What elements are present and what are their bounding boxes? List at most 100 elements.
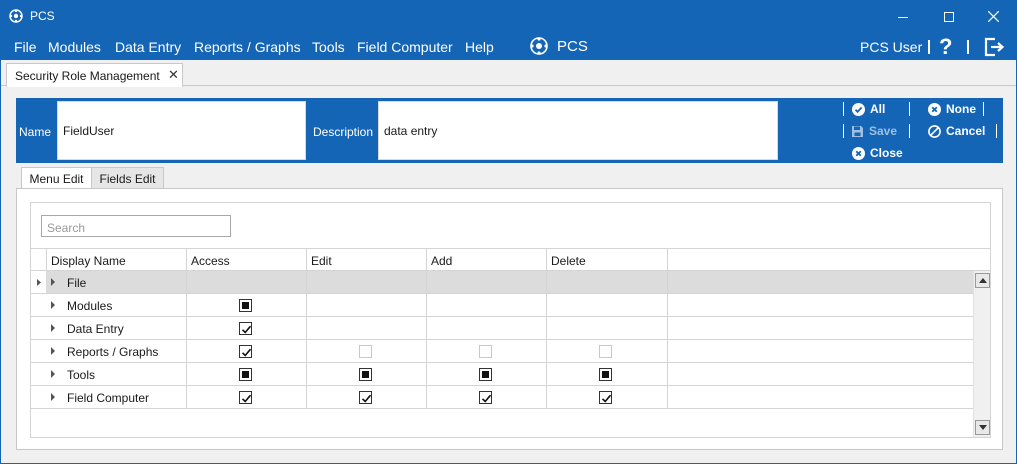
- add-checkbox[interactable]: [479, 368, 492, 381]
- description-field[interactable]: data entry: [378, 101, 778, 160]
- expand-row-icon[interactable]: [51, 278, 55, 286]
- cell-background: [427, 317, 547, 339]
- delete-checkbox[interactable]: [599, 391, 612, 404]
- access-checkbox[interactable]: [239, 368, 252, 381]
- menu-tools[interactable]: Tools: [312, 39, 345, 55]
- column-header-display-name[interactable]: Display Name: [46, 249, 201, 271]
- current-user[interactable]: PCS User: [860, 39, 922, 55]
- menu-field-computer[interactable]: Field Computer: [357, 39, 453, 55]
- grid-header: Display Name Access Edit Add Delete: [31, 248, 990, 271]
- cell-delete: [546, 271, 667, 293]
- select-none-button[interactable]: None: [928, 102, 976, 116]
- cell-background: [307, 271, 427, 293]
- select-all-button[interactable]: All: [852, 102, 885, 116]
- access-checkbox[interactable]: [239, 299, 252, 312]
- current-row-indicator-icon: [31, 271, 47, 294]
- checkmark-icon: [241, 325, 252, 334]
- delete-checkbox[interactable]: [599, 368, 612, 381]
- save-icon: [852, 125, 863, 137]
- cell-add: [426, 294, 546, 316]
- scroll-down-button[interactable]: [975, 420, 990, 435]
- save-button[interactable]: Save: [851, 124, 897, 138]
- access-checkbox[interactable]: [239, 345, 252, 358]
- button-divider: [909, 124, 910, 138]
- checkmark-icon: [481, 394, 492, 403]
- description-label: Description: [313, 125, 374, 139]
- table-row[interactable]: Modules: [31, 294, 973, 317]
- minimize-button[interactable]: [880, 1, 926, 32]
- cell-background: [547, 271, 667, 293]
- filler-cell: [667, 386, 973, 408]
- search-input[interactable]: Search: [41, 215, 231, 237]
- column-header-delete[interactable]: Delete: [546, 249, 666, 271]
- role-header-panel: Name FieldUser Description data entry Al…: [16, 98, 1003, 163]
- checkmark-icon: [361, 394, 372, 403]
- button-divider: [996, 124, 997, 138]
- close-icon: [987, 11, 999, 22]
- access-checkbox[interactable]: [239, 322, 252, 335]
- row-display-name: Modules: [67, 299, 113, 313]
- tab-fields-edit[interactable]: Fields Edit: [91, 167, 164, 189]
- table-row[interactable]: File: [31, 271, 974, 294]
- row-display-name: Data Entry: [67, 322, 124, 336]
- expand-row-icon[interactable]: [51, 324, 55, 332]
- close-window-button[interactable]: [970, 1, 1016, 32]
- menu-modules[interactable]: Modules: [48, 39, 101, 55]
- menu-data-entry[interactable]: Data Entry: [115, 39, 181, 55]
- doc-tab-label: Security Role Management: [15, 69, 160, 83]
- checkmark-icon: [241, 348, 252, 357]
- x-circle-icon: [852, 146, 865, 160]
- close-label: Close: [870, 146, 903, 160]
- button-divider: [843, 124, 844, 138]
- cell-add: [426, 386, 546, 408]
- row-display-name: Field Computer: [67, 391, 150, 405]
- cell-access: [186, 294, 306, 316]
- edit-checkbox[interactable]: [359, 368, 372, 381]
- cell-access: [186, 363, 306, 385]
- cell-background: [427, 271, 547, 293]
- table-row[interactable]: Reports / Graphs: [31, 340, 973, 363]
- menu-reports-graphs[interactable]: Reports / Graphs: [194, 39, 301, 55]
- menu-divider: [928, 40, 930, 54]
- check-circle-icon: [852, 102, 865, 116]
- name-field[interactable]: FieldUser: [57, 101, 306, 160]
- column-header-edit[interactable]: Edit: [306, 249, 426, 271]
- column-header-access[interactable]: Access: [186, 249, 306, 271]
- menu-help[interactable]: Help: [465, 39, 494, 55]
- none-label: None: [946, 102, 976, 116]
- table-row[interactable]: Field Computer: [31, 386, 973, 409]
- vertical-scrollbar[interactable]: [973, 271, 990, 437]
- tab-security-role-management[interactable]: Security Role Management ✕: [6, 63, 183, 87]
- close-button[interactable]: Close: [852, 146, 903, 160]
- menu-file[interactable]: File: [14, 39, 37, 55]
- expand-row-icon[interactable]: [51, 301, 55, 309]
- cancel-button[interactable]: Cancel: [928, 124, 985, 138]
- column-header-add[interactable]: Add: [426, 249, 546, 271]
- cell-access: [186, 340, 306, 362]
- tab-menu-edit[interactable]: Menu Edit: [21, 167, 92, 190]
- help-icon[interactable]: ?: [939, 34, 952, 60]
- access-checkbox[interactable]: [239, 391, 252, 404]
- table-row[interactable]: Data Entry: [31, 317, 973, 340]
- expand-row-icon[interactable]: [51, 393, 55, 401]
- checkmark-icon: [601, 394, 612, 403]
- menu-bar: File Modules Data Entry Reports / Graphs…: [1, 32, 1016, 60]
- document-tabstrip: Security Role Management ✕: [1, 60, 1016, 87]
- add-checkbox[interactable]: [479, 391, 492, 404]
- filler-cell: [667, 363, 973, 385]
- expand-row-icon[interactable]: [51, 370, 55, 378]
- expand-row-icon[interactable]: [51, 347, 55, 355]
- table-row[interactable]: Tools: [31, 363, 973, 386]
- filler-cell: [667, 271, 974, 293]
- cell-edit: [306, 340, 426, 362]
- scroll-up-button[interactable]: [975, 273, 990, 288]
- edit-checkbox[interactable]: [359, 391, 372, 404]
- delete-checkbox: [599, 345, 612, 358]
- cell-access: [186, 386, 306, 408]
- title-bar: PCS: [1, 1, 1016, 32]
- tab-close-icon[interactable]: ✕: [168, 67, 179, 83]
- maximize-icon: [944, 11, 954, 22]
- logout-icon[interactable]: [983, 36, 1005, 58]
- maximize-button[interactable]: [926, 1, 972, 32]
- edit-checkbox: [359, 345, 372, 358]
